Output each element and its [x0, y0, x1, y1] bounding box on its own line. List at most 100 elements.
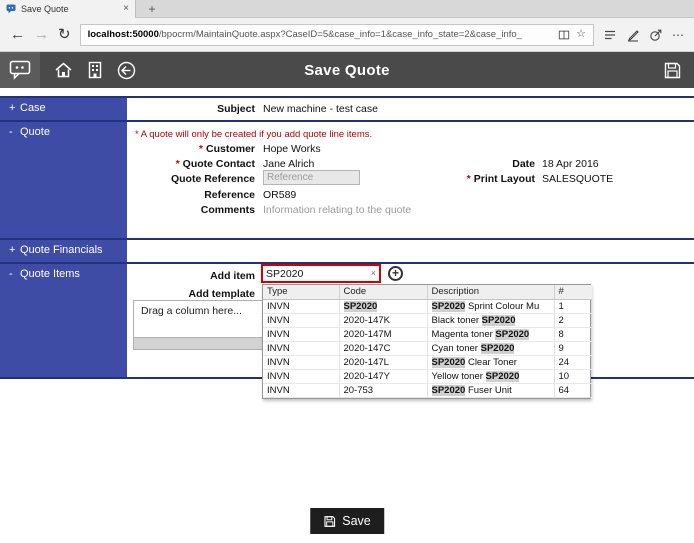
dropdown-cell[interactable]: 1: [554, 299, 592, 313]
dropdown-cell[interactable]: 24: [554, 355, 592, 369]
refresh-icon[interactable]: ↻: [58, 27, 71, 42]
comments-input[interactable]: [263, 203, 493, 217]
customer-value[interactable]: Hope Works: [263, 143, 321, 155]
expand-toggle-icon[interactable]: +: [9, 102, 20, 114]
section-label: Case: [20, 102, 46, 114]
dropdown-cell[interactable]: INVN: [263, 355, 339, 369]
dropdown-cell[interactable]: 10: [554, 369, 592, 383]
save-button[interactable]: Save: [310, 508, 384, 534]
dropdown-cell[interactable]: INVN: [263, 299, 339, 313]
dropdown-cell[interactable]: 64: [554, 383, 592, 397]
home-icon[interactable]: [54, 61, 73, 79]
dropdown-row[interactable]: INVN2020-147KBlack toner SP20202: [263, 313, 592, 327]
dropdown-row[interactable]: INVN20-753SP2020 Fuser Unit64: [263, 383, 592, 397]
dropdown-row[interactable]: INVN2020-147LSP2020 Clear Toner24: [263, 355, 592, 369]
date-value[interactable]: 18 Apr 2016: [542, 158, 599, 170]
section-label: Quote: [20, 126, 50, 138]
favorite-star-icon[interactable]: ☆: [576, 29, 586, 40]
url-path: /bpocrm/MaintainQuote.aspx?CaseID=5&case…: [159, 29, 522, 40]
dropdown-cell[interactable]: Magenta toner SP2020: [427, 327, 554, 341]
dropdown-cell[interactable]: 2020-147L: [339, 355, 427, 369]
section-label: Quote Items: [20, 268, 80, 280]
dropdown-cell[interactable]: INVN: [263, 383, 339, 397]
collapse-toggle-icon[interactable]: -: [9, 126, 20, 138]
customer-label: *Customer: [125, 143, 255, 155]
save-icon[interactable]: [663, 61, 682, 80]
date-label: Date: [450, 158, 535, 170]
dropdown-column-header: Code: [339, 285, 427, 299]
reference-label: Reference: [125, 189, 255, 201]
dropdown-column-header: Description: [427, 285, 554, 299]
add-item-input[interactable]: [263, 268, 370, 280]
share-icon[interactable]: [649, 28, 663, 42]
dropdown-cell[interactable]: SP2020 Clear Toner: [427, 355, 554, 369]
section-case[interactable]: +Case: [0, 98, 127, 120]
dropdown-cell[interactable]: INVN: [263, 341, 339, 355]
hub-icon[interactable]: [603, 28, 617, 42]
save-floppy-icon: [323, 515, 336, 528]
dropdown-cell[interactable]: SP2020 Fuser Unit: [427, 383, 554, 397]
quote-required-note: * A quote will only be created if you ad…: [135, 129, 372, 140]
reference-value: OR589: [263, 189, 296, 201]
required-marker: *: [176, 158, 180, 170]
company-building-icon[interactable]: [87, 61, 103, 79]
more-icon[interactable]: ⋯: [672, 29, 684, 41]
add-item-plus-button[interactable]: +: [388, 266, 403, 281]
dropdown-cell[interactable]: Yellow toner SP2020: [427, 369, 554, 383]
web-note-icon[interactable]: [626, 28, 640, 42]
dropdown-cell[interactable]: INVN: [263, 327, 339, 341]
item-suggestions-dropdown[interactable]: TypeCodeDescription# INVNSP2020SP2020 Sp…: [262, 284, 591, 399]
back-circle-icon[interactable]: [117, 61, 136, 80]
subject-value: New machine - test case: [263, 103, 378, 115]
dropdown-column-header: Type: [263, 285, 339, 299]
dropdown-cell[interactable]: 8: [554, 327, 592, 341]
dropdown-row[interactable]: INVN2020-147MMagenta toner SP20208: [263, 327, 592, 341]
tab-favicon-chat-icon: [6, 4, 16, 14]
dropdown-row[interactable]: INVNSP2020SP2020 Sprint Colour Mu1: [263, 299, 592, 313]
new-tab-button[interactable]: +: [144, 0, 160, 18]
dropdown-cell[interactable]: 2020-147C: [339, 341, 427, 355]
section-quote-items[interactable]: -Quote Items: [0, 264, 127, 377]
clear-icon[interactable]: ×: [370, 269, 379, 278]
dropdown-cell[interactable]: 2020-147K: [339, 313, 427, 327]
add-item-label: Add item: [125, 270, 255, 282]
browser-tab-bar: Save Quote × +: [0, 0, 694, 18]
quote-contact-value[interactable]: Jane Alrich: [263, 158, 314, 170]
dropdown-column-header: #: [554, 285, 592, 299]
expand-toggle-icon[interactable]: +: [9, 244, 20, 256]
forward-icon: →: [34, 27, 49, 42]
chat-bubble-icon: [9, 60, 31, 80]
dropdown-cell[interactable]: 2020-147Y: [339, 369, 427, 383]
required-marker: *: [199, 143, 203, 155]
dropdown-cell[interactable]: INVN: [263, 313, 339, 327]
dropdown-cell[interactable]: Cyan toner SP2020: [427, 341, 554, 355]
tab-title: Save Quote: [21, 4, 118, 14]
dropdown-cell[interactable]: 2: [554, 313, 592, 327]
dropdown-cell[interactable]: SP2020: [339, 299, 427, 313]
reading-view-icon[interactable]: [558, 29, 570, 41]
dropdown-row[interactable]: INVN2020-147CCyan toner SP20209: [263, 341, 592, 355]
add-item-field-highlight[interactable]: ×: [261, 264, 381, 283]
tab-close-icon[interactable]: ×: [123, 4, 129, 14]
browser-tab[interactable]: Save Quote ×: [0, 0, 136, 18]
dropdown-cell[interactable]: INVN: [263, 369, 339, 383]
collapse-toggle-icon[interactable]: -: [9, 268, 20, 280]
quote-reference-label: Quote Reference: [125, 173, 255, 185]
dropdown-cell[interactable]: 9: [554, 341, 592, 355]
dropdown-row[interactable]: INVN2020-147YYellow toner SP202010: [263, 369, 592, 383]
section-quote-financials[interactable]: +Quote Financials: [0, 240, 127, 262]
address-bar[interactable]: localhost:50000/bpocrm/MaintainQuote.asp…: [80, 24, 594, 46]
back-icon[interactable]: ←: [10, 27, 25, 42]
url-host: localhost:50000: [88, 29, 159, 40]
section-label: Quote Financials: [20, 244, 103, 256]
item-dropdown-table: TypeCodeDescription# INVNSP2020SP2020 Sp…: [263, 285, 592, 398]
dropdown-cell[interactable]: SP2020 Sprint Colour Mu: [427, 299, 554, 313]
dropdown-cell[interactable]: 2020-147M: [339, 327, 427, 341]
dropdown-cell[interactable]: Black toner SP2020: [427, 313, 554, 327]
print-layout-value[interactable]: SALESQUOTE: [542, 173, 613, 185]
quote-reference-input[interactable]: [263, 170, 360, 185]
dropdown-cell[interactable]: 20-753: [339, 383, 427, 397]
chat-tile[interactable]: [0, 52, 40, 88]
url-text[interactable]: localhost:50000/bpocrm/MaintainQuote.asp…: [88, 29, 553, 40]
section-quote[interactable]: -Quote: [0, 122, 127, 238]
